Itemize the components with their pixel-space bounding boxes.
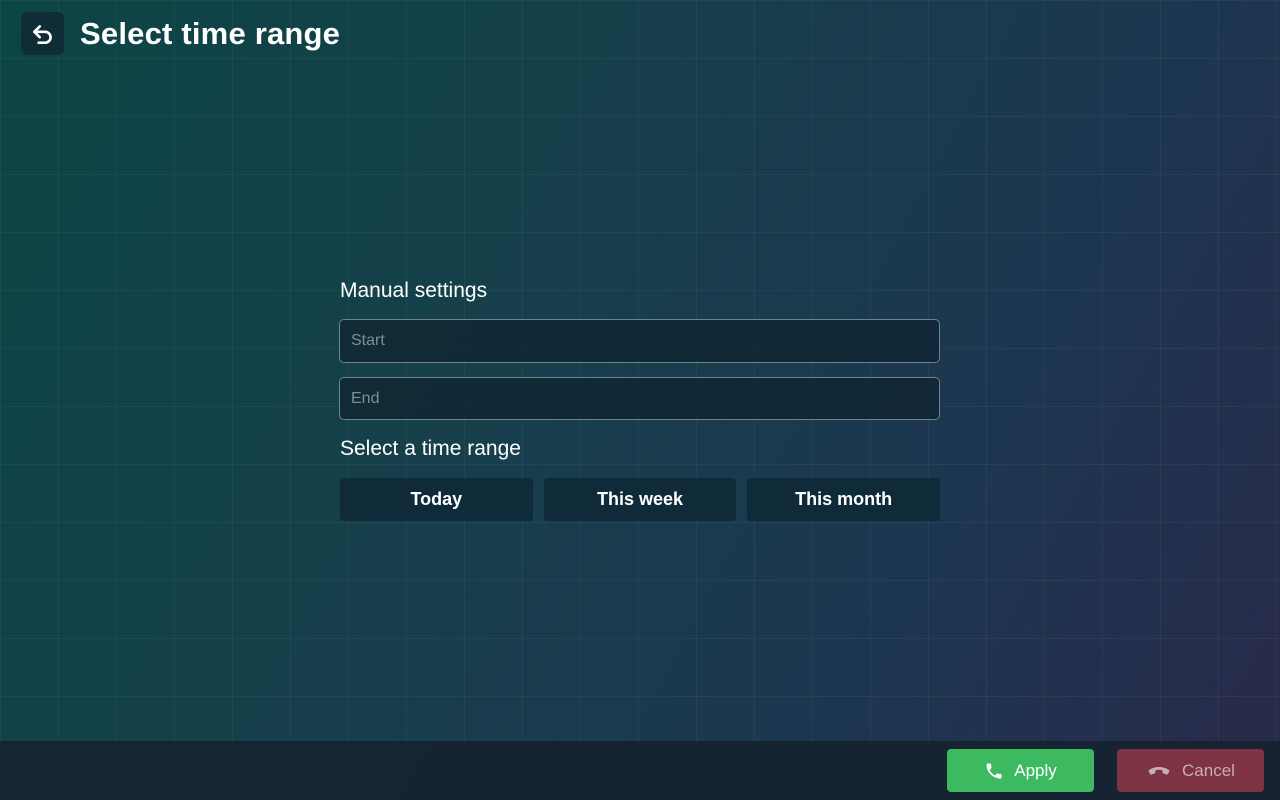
- manual-settings-label: Manual settings: [340, 279, 488, 302]
- this-month-button[interactable]: This month: [747, 478, 941, 521]
- header: Select time range: [21, 12, 340, 55]
- apply-button[interactable]: Apply: [947, 749, 1094, 792]
- cancel-button[interactable]: Cancel: [1117, 749, 1264, 792]
- start-input[interactable]: [339, 319, 940, 363]
- range-options: Today This week This month: [340, 478, 941, 521]
- end-input[interactable]: [339, 377, 940, 420]
- time-range-panel: Manual settings Select a time range Toda…: [339, 276, 941, 521]
- cancel-label: Cancel: [1182, 760, 1235, 780]
- phone-icon: [984, 761, 1004, 781]
- hang-up-icon: [1146, 761, 1172, 781]
- select-time-range-label: Select a time range: [340, 437, 521, 460]
- undo-arrow-icon: [32, 24, 52, 44]
- today-button[interactable]: Today: [340, 478, 533, 521]
- apply-label: Apply: [1014, 760, 1057, 780]
- footer-bar: Apply Cancel: [0, 741, 1280, 800]
- this-week-button[interactable]: This week: [543, 478, 737, 521]
- page-title: Select time range: [80, 15, 341, 51]
- back-button[interactable]: [21, 12, 64, 55]
